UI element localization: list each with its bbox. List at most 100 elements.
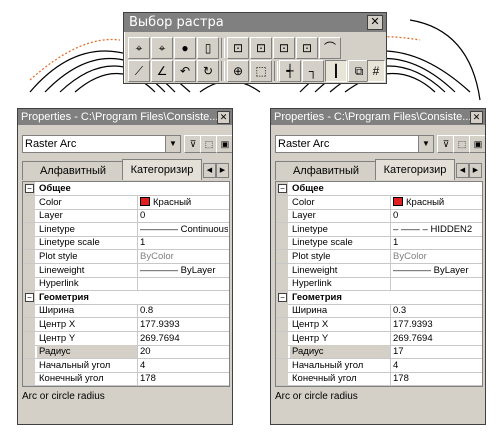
property-row[interactable]: Начальный угол 4 (276, 358, 482, 373)
property-value[interactable]: 0.8 (138, 304, 228, 317)
raster-sel-icon-1[interactable]: ⊡ (227, 37, 249, 59)
property-row[interactable]: Центр Y 269.7694 (23, 331, 229, 346)
bbox-tool-icon[interactable]: ⬚ (250, 60, 272, 82)
property-row[interactable]: Layer 0 (23, 209, 229, 224)
tab-categorized[interactable]: Категоризир (122, 159, 202, 180)
raster-page-icon[interactable]: ▯ (197, 37, 219, 59)
property-row[interactable]: Радиус 20 (23, 345, 229, 360)
trim-tool-icon[interactable]: ┽ (279, 60, 301, 82)
extend-tool-icon[interactable]: ┐ (302, 60, 324, 82)
property-row[interactable]: Layer 0 (276, 209, 482, 224)
property-value[interactable]: Красный (138, 196, 228, 209)
property-value[interactable]: 20 (138, 345, 228, 358)
property-value[interactable]: ByColor (391, 250, 481, 263)
collapse-icon[interactable]: − (25, 292, 34, 302)
property-value[interactable]: 177.9393 (138, 318, 228, 331)
panel-title[interactable]: Properties - C:\Program Files\Consiste..… (18, 109, 232, 125)
property-row[interactable]: Plot style ByColor (276, 250, 482, 264)
property-value[interactable] (391, 277, 481, 290)
property-value[interactable]: 178 (138, 372, 228, 385)
property-value[interactable]: 17 (391, 345, 481, 358)
raster-sel-icon-3[interactable]: ⊡ (273, 37, 295, 59)
line-tool-icon[interactable]: ⟋ (128, 60, 150, 82)
raster-fill-icon[interactable]: ● (174, 37, 196, 59)
close-icon[interactable]: ✕ (470, 111, 483, 124)
tab-scroll-right-icon[interactable]: ▶ (469, 163, 482, 178)
property-value[interactable]: 269.7694 (391, 332, 481, 345)
property-row[interactable]: Ширина 0.8 (23, 304, 229, 319)
property-row[interactable]: Linetype scale 1 (276, 236, 482, 251)
tab-scroll-left-icon[interactable]: ◀ (456, 163, 469, 178)
property-value[interactable]: 4 (391, 359, 481, 372)
property-value[interactable]: Красный (391, 196, 481, 209)
tab-categorized[interactable]: Категоризир (375, 159, 455, 180)
property-value[interactable]: ———— ByLayer (138, 264, 228, 277)
split-tool-icon[interactable]: ┃ (325, 60, 347, 82)
property-value[interactable]: 269.7694 (138, 332, 228, 345)
property-row[interactable]: Linetype – —— – HIDDEN2 (276, 222, 482, 237)
raster-sel-icon-4[interactable]: ⊡ (296, 37, 318, 59)
object-type-select[interactable]: Raster Arc ▼ (22, 135, 181, 153)
rotate-tool-icon[interactable]: ↻ (197, 60, 219, 82)
property-row[interactable]: Начальный угол 4 (23, 358, 229, 373)
property-row[interactable]: Радиус 17 (276, 345, 482, 360)
toolbar-title[interactable]: Выбор растра (124, 13, 386, 32)
tab-alphabetic[interactable]: Алфавитный (275, 161, 377, 180)
tab-alphabetic[interactable]: Алфавитный (22, 161, 124, 180)
property-value[interactable]: 1 (391, 236, 481, 249)
property-row[interactable]: Ширина 0.3 (276, 304, 482, 319)
property-value[interactable]: ByColor (138, 250, 228, 263)
zoom-tool-icon[interactable]: ⊕ (227, 60, 249, 82)
grid-tool-icon[interactable]: # (367, 60, 385, 82)
property-row[interactable]: Центр X 177.9393 (276, 318, 482, 332)
category-row[interactable]: − Общее (23, 182, 229, 196)
property-value[interactable] (138, 277, 228, 290)
chevron-down-icon[interactable]: ▼ (165, 136, 180, 152)
property-row[interactable]: Конечный угол 178 (276, 372, 482, 387)
property-value[interactable]: ———— ByLayer (391, 264, 481, 277)
chevron-down-icon[interactable]: ▼ (418, 136, 433, 152)
property-value[interactable]: 177.9393 (391, 318, 481, 331)
property-value[interactable]: 178 (391, 372, 481, 385)
collapse-icon[interactable]: − (278, 184, 287, 193)
collapse-icon[interactable]: − (278, 292, 287, 302)
raster-pick-icon-1[interactable]: ⌖ (128, 37, 150, 59)
property-value[interactable]: – —— – HIDDEN2 (391, 223, 481, 236)
object-type-select[interactable]: Raster Arc ▼ (275, 135, 434, 153)
category-row[interactable]: − Геометрия (276, 290, 482, 305)
raster-sel-icon-5[interactable]: ⌒ (319, 37, 341, 59)
property-row[interactable]: Центр X 177.9393 (23, 318, 229, 332)
panel-title[interactable]: Properties - C:\Program Files\Consiste..… (271, 109, 485, 125)
property-value[interactable]: 4 (138, 359, 228, 372)
raster-pick-icon-2[interactable]: ⌖ (151, 37, 173, 59)
tab-scroll-left-icon[interactable]: ◀ (203, 163, 216, 178)
collapse-icon[interactable]: − (25, 184, 34, 193)
property-row[interactable]: Lineweight ———— ByLayer (276, 263, 482, 278)
property-row[interactable]: Linetype scale 1 (23, 236, 229, 251)
property-row[interactable]: Color Красный (23, 195, 229, 210)
category-row[interactable]: − Геометрия (23, 290, 229, 305)
pickadd-toggle-icon[interactable]: ▣ (216, 135, 232, 153)
property-value[interactable]: 1 (138, 236, 228, 249)
property-row[interactable]: Центр Y 269.7694 (276, 331, 482, 346)
arc-tool-icon[interactable]: ∠ (151, 60, 173, 82)
tab-scroll-right-icon[interactable]: ▶ (216, 163, 229, 178)
circle-tool-icon[interactable]: ↶ (174, 60, 196, 82)
pickadd-toggle-icon[interactable]: ▣ (469, 135, 485, 153)
toolbar-close-button[interactable]: ✕ (367, 15, 383, 30)
property-row[interactable]: Hyperlink (276, 277, 482, 292)
property-row[interactable]: Linetype ———— Continuous (23, 222, 229, 237)
raster-sel-icon-2[interactable]: ⊡ (250, 37, 272, 59)
property-value[interactable]: 0.3 (391, 304, 481, 317)
property-value[interactable]: ———— Continuous (138, 223, 228, 236)
close-icon[interactable]: ✕ (217, 111, 230, 124)
property-row[interactable]: Конечный угол 178 (23, 372, 229, 387)
property-row[interactable]: Color Красный (276, 195, 482, 210)
property-value[interactable]: 0 (391, 209, 481, 222)
property-row[interactable]: Hyperlink (23, 277, 229, 292)
row-gutter (23, 358, 35, 372)
property-row[interactable]: Lineweight ———— ByLayer (23, 263, 229, 278)
property-value[interactable]: 0 (138, 209, 228, 222)
category-row[interactable]: − Общее (276, 182, 482, 196)
property-row[interactable]: Plot style ByColor (23, 250, 229, 264)
